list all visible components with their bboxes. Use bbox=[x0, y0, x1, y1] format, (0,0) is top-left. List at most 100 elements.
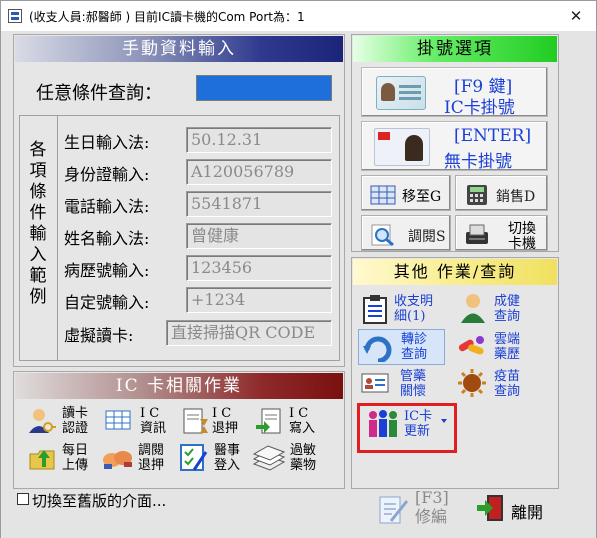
ic-return-label-2[interactable]: 退押 bbox=[212, 422, 238, 436]
income-detail-label-1[interactable]: 收支明 bbox=[394, 295, 433, 309]
id-card-icon[interactable] bbox=[360, 370, 390, 398]
cloud-med-label-1[interactable]: 雲端 bbox=[494, 333, 520, 347]
manual-input-panel: 手動資料輸入 任意條件查詢： 各 項 條 件 輸 入 範 例 生日輸入法: 50… bbox=[13, 34, 345, 367]
custom-no-label: 自定號輸入: bbox=[64, 293, 150, 312]
old-ui-checkbox[interactable] bbox=[17, 493, 29, 505]
hourglass-doc-icon[interactable] bbox=[180, 407, 210, 435]
register-panel: 掛號選項 [F9 鍵] IC卡掛號 [ENTER] 無卡掛號 移至G 銷售D 調… bbox=[351, 34, 559, 252]
handshake-icon[interactable] bbox=[102, 444, 132, 472]
table-icon[interactable] bbox=[104, 408, 134, 436]
side-char: 範 bbox=[29, 266, 47, 286]
ic-write-label-1[interactable]: I C bbox=[289, 407, 308, 421]
grid-icon bbox=[370, 185, 396, 205]
examples-divider bbox=[57, 115, 58, 361]
clipboard-icon[interactable] bbox=[360, 294, 390, 324]
person-icon[interactable] bbox=[458, 292, 488, 323]
edit-button[interactable]: [F3] 修編 bbox=[375, 487, 467, 531]
ic-info-label-2[interactable]: 資訊 bbox=[140, 422, 166, 436]
ic-return-label-1[interactable]: I C bbox=[212, 407, 231, 421]
phone-example: 5541871 bbox=[186, 191, 332, 217]
review-button[interactable]: 調閱S bbox=[361, 215, 451, 251]
sales-label: 銷售D bbox=[496, 189, 536, 205]
ic-write-label-2[interactable]: 寫入 bbox=[289, 422, 315, 436]
allergy-drug-label-2[interactable]: 藥物 bbox=[290, 459, 316, 473]
virtual-card-example: 直接掃描QR CODE bbox=[166, 320, 332, 346]
magnifier-icon bbox=[371, 224, 394, 246]
drug-care-label-2[interactable]: 關懷 bbox=[400, 385, 426, 399]
sales-button[interactable]: 銷售D bbox=[455, 175, 548, 211]
query-label: 任意條件查詢： bbox=[36, 83, 162, 104]
doctor-login-label-1[interactable]: 醫事 bbox=[214, 444, 240, 458]
edit-label: 修編 bbox=[415, 507, 448, 526]
drug-care-label-1[interactable]: 管藥 bbox=[400, 370, 426, 384]
phone-label: 電話輸入法: bbox=[64, 197, 150, 216]
adjust-return-label-1[interactable]: 調閱 bbox=[138, 444, 164, 458]
pills-icon[interactable] bbox=[456, 332, 486, 360]
ic-card-panel: IC 卡相關作業 讀卡 認證 I C 資訊 I C 退押 I C 寫入 每日 上… bbox=[13, 371, 345, 489]
side-char: 入 bbox=[29, 245, 47, 265]
allergy-drug-label-1[interactable]: 過敏 bbox=[290, 444, 316, 458]
custom-no-example: +1234 bbox=[186, 287, 332, 313]
card-auth-label-1[interactable]: 讀卡 bbox=[62, 407, 88, 421]
upload-folder-icon[interactable] bbox=[28, 444, 58, 472]
side-char: 條 bbox=[29, 182, 47, 202]
chart-no-label: 病歷號輸入: bbox=[64, 261, 150, 280]
ic-register-label: IC卡掛號 bbox=[444, 98, 515, 118]
edit-doc-icon bbox=[379, 496, 409, 524]
name-label: 姓名輸入法: bbox=[64, 229, 150, 248]
side-char: 件 bbox=[29, 203, 47, 223]
switch-reader-label-2: 卡機 bbox=[508, 236, 536, 252]
adult-health-label-1[interactable]: 成健 bbox=[494, 295, 520, 309]
chart-no-example: 123456 bbox=[186, 255, 332, 281]
person-key-icon[interactable] bbox=[26, 407, 56, 435]
virus-icon[interactable] bbox=[456, 368, 486, 397]
virtual-card-label: 虛擬讀卡: bbox=[64, 326, 134, 345]
ic-register-button[interactable]: [F9 鍵] IC卡掛號 bbox=[361, 67, 548, 118]
adjust-return-label-2[interactable]: 退押 bbox=[138, 459, 164, 473]
close-button[interactable]: ✕ bbox=[557, 1, 595, 31]
query-input[interactable] bbox=[196, 75, 332, 101]
window-title: (收支人員:郝醫師 ) 目前IC讀卡機的Com Port為：1 bbox=[29, 10, 305, 24]
switch-reader-button[interactable]: 切換 卡機 bbox=[455, 215, 548, 252]
checklist-icon[interactable] bbox=[178, 442, 208, 471]
daily-upload-label-1[interactable]: 每日 bbox=[62, 444, 88, 458]
side-char: 各 bbox=[29, 140, 47, 160]
move-out-button[interactable]: 移至G bbox=[361, 175, 451, 211]
ic-card-header: IC 卡相關作業 bbox=[15, 373, 343, 399]
side-char: 項 bbox=[29, 161, 47, 181]
cloud-med-label-2[interactable]: 藥歷 bbox=[494, 348, 520, 362]
id-label: 身份證輸入: bbox=[64, 165, 150, 184]
noic-register-label: 無卡掛號 bbox=[444, 152, 512, 172]
income-detail-label-2[interactable]: 細(1) bbox=[394, 310, 425, 324]
id-example: A120056789 bbox=[186, 159, 332, 185]
calculator-icon bbox=[467, 185, 487, 205]
vaccine-label-2[interactable]: 查詢 bbox=[494, 385, 520, 399]
name-example: 曾健康 bbox=[186, 223, 332, 249]
referral-label-1: 轉診 bbox=[401, 332, 428, 347]
book-stack-icon[interactable] bbox=[252, 444, 286, 472]
title-bar: (收支人員:郝醫師 ) 目前IC讀卡機的Com Port為：1 ✕ bbox=[1, 1, 596, 31]
exit-label: 離開 bbox=[511, 503, 544, 522]
noic-register-button[interactable]: [ENTER] 無卡掛號 bbox=[361, 121, 548, 172]
refresh-arrow-icon bbox=[363, 336, 392, 362]
move-out-label: 移至G bbox=[402, 189, 442, 205]
old-ui-label[interactable]: 切換至舊版的介面... bbox=[32, 490, 166, 511]
referral-button[interactable]: 轉診 查詢 bbox=[358, 329, 445, 365]
side-char: 例 bbox=[29, 287, 47, 307]
id-card-icon bbox=[374, 128, 430, 166]
exit-button[interactable]: 離開 bbox=[471, 489, 559, 529]
ic-info-label-1[interactable]: I C bbox=[140, 407, 159, 421]
adult-health-label-2[interactable]: 查詢 bbox=[494, 310, 520, 324]
review-label: 調閱S bbox=[408, 229, 446, 245]
other-panel: 其他 作業/查詢 收支明 細(1) 成健 查詢 轉診 查詢 雲端 藥歷 管藥 關… bbox=[351, 257, 559, 489]
vaccine-label-1[interactable]: 疫苗 bbox=[494, 370, 520, 384]
write-doc-icon[interactable] bbox=[254, 407, 284, 435]
main-window: (收支人員:郝醫師 ) 目前IC讀卡機的Com Port為：1 ✕ 手動資料輸入… bbox=[0, 0, 597, 538]
app-icon bbox=[8, 9, 22, 23]
card-reader-icon bbox=[466, 224, 488, 244]
card-auth-label-2[interactable]: 認證 bbox=[62, 422, 88, 436]
birthday-example: 50.12.31 bbox=[186, 127, 332, 153]
daily-upload-label-2[interactable]: 上傳 bbox=[62, 459, 88, 473]
doctor-login-label-2[interactable]: 登入 bbox=[214, 459, 240, 473]
client-area: 手動資料輸入 任意條件查詢： 各 項 條 件 輸 入 範 例 生日輸入法: 50… bbox=[1, 31, 596, 538]
